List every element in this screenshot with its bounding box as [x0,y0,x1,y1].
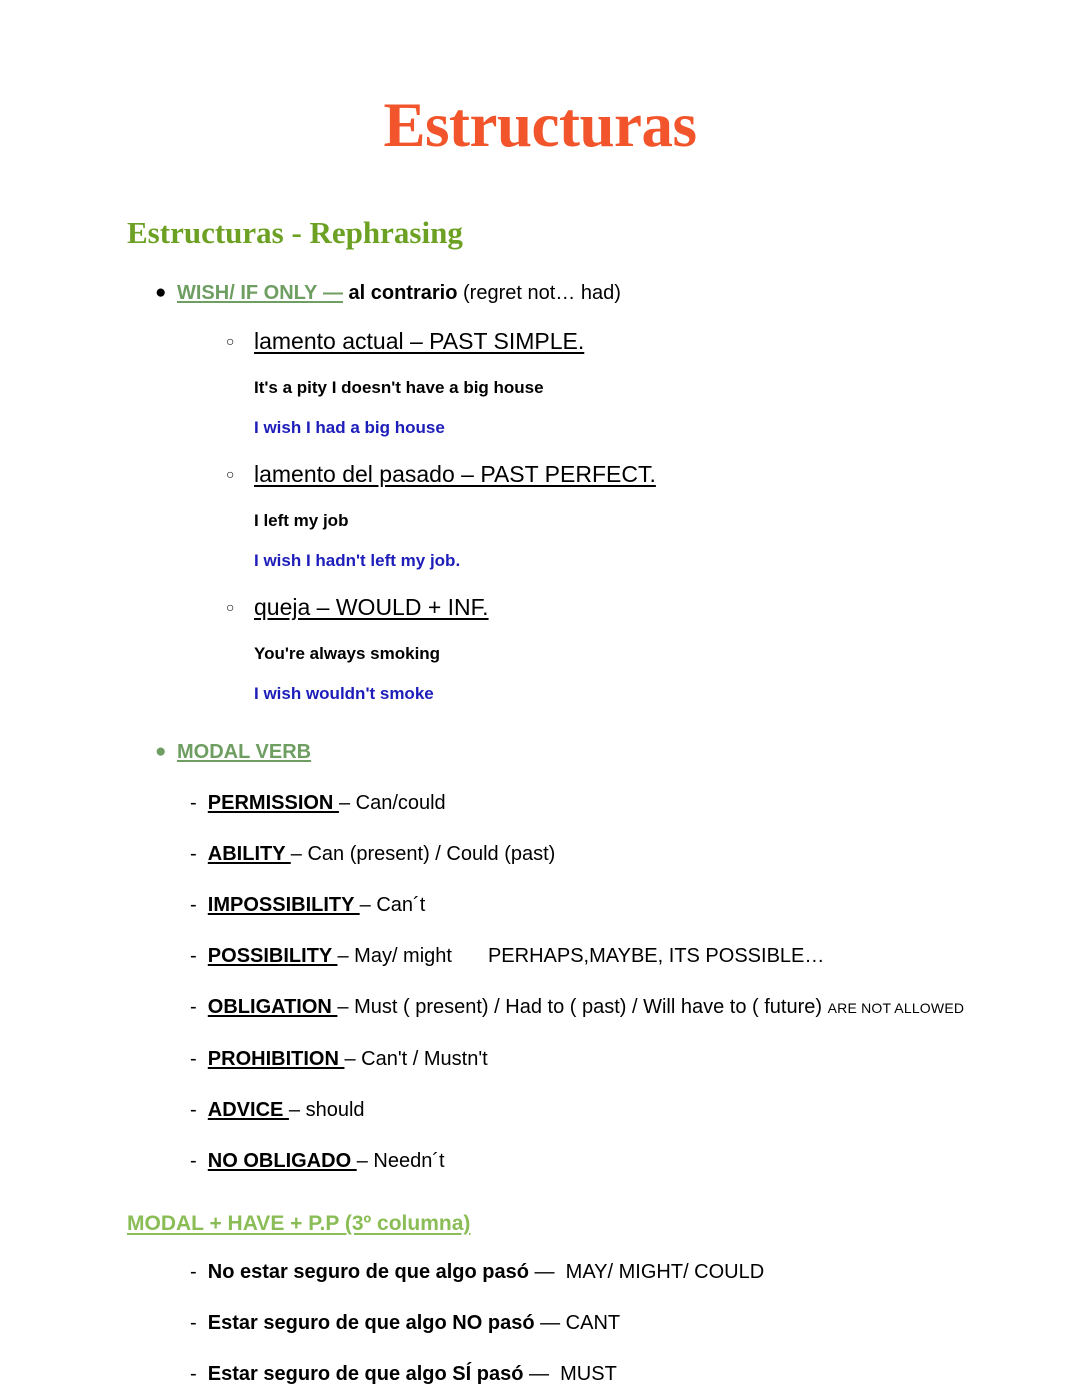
mhpp-item-dash: — [529,1363,549,1386]
document-page: Estructuras Estructuras - Rephrasing ● W… [0,0,1080,1397]
modal-have-pp-title: MODAL + HAVE + P.P (3º columna) [127,1212,471,1236]
circle-bullet-icon: ○ [226,333,235,350]
wish-subitem-1-heading: lamento actual – PAST SIMPLE. [254,328,585,355]
modal-item-obligation: - OBLIGATION – Must ( present) / Had to … [0,994,1080,1021]
mhpp-item-label: No estar seguro de que algo pasó [207,1261,529,1284]
dash-prefix: - [190,1099,197,1122]
mhpp-item-2: - Estar seguro de que algo NO pasó — CAN… [0,1310,1080,1336]
dash-prefix: - [190,1150,197,1173]
dash-prefix: - [190,1048,197,1071]
mhpp-item-1: - No estar seguro de que algo pasó — MAY… [0,1259,1080,1285]
wish-if-only-heading: WISH/ IF ONLY — al contrario (regret not… [177,280,621,306]
modal-verb-block: ● MODAL VERB - PERMISSION – Can/could - … [0,739,1080,1174]
modal-have-pp-block: MODAL + HAVE + P.P (3º columna) - No est… [0,1210,1080,1397]
dash-prefix: - [190,1363,197,1386]
modal-item-value: Can't / Mustn't [361,1048,488,1071]
modal-item-dash: – [290,843,302,866]
mhpp-item-dash: — [534,1261,555,1284]
dash-prefix: - [190,843,197,866]
modal-item-dash: – [338,792,351,815]
modal-item-label: NO OBLIGADO [207,1150,357,1173]
wish-subitem-3-heading: queja – WOULD + INF. [254,594,489,621]
modal-item-value: Can/could [355,792,446,815]
modal-item-label: PROHIBITION [207,1048,345,1071]
mhpp-item-value: CANT [565,1312,621,1335]
wish-dash-glyph: — [322,282,343,305]
mhpp-item-value: MUST [554,1363,617,1386]
modal-item-label: ADVICE [207,1099,289,1122]
mhpp-item-label: Estar seguro de que algo NO pasó [207,1312,535,1335]
modal-item-dash: – [288,1099,301,1122]
modal-verb-heading: MODAL VERB [177,739,311,765]
disc-bullet-icon: ● [155,282,167,304]
modal-item-label: IMPOSSIBILITY [207,894,360,917]
modal-item-dash: – [337,996,349,1019]
modal-item-dash: – [359,894,371,917]
dash-prefix: - [190,792,197,815]
modal-item-value: Needn´t [373,1150,445,1173]
dash-prefix: - [190,945,197,968]
mhpp-item-label: Estar seguro de que algo SÍ pasó [207,1363,524,1386]
wish-example-2-answer: I wish I hadn't left my job. [254,551,461,571]
wish-example-3-prompt: You're always smoking [254,644,441,664]
wish-example-2-prompt: I left my job [254,511,349,531]
modal-item-value: should [305,1099,365,1122]
modal-item-label: OBLIGATION [207,996,338,1019]
wish-al-contrario-text: al contrario [348,282,458,305]
disc-bullet-icon: ● [155,741,167,763]
modal-item-extra: ARE NOT ALLOWED [827,1000,965,1017]
dash-prefix: - [190,1261,197,1284]
circle-bullet-icon: ○ [226,599,235,616]
wish-if-only-bullet: ● WISH/ IF ONLY — al contrario (regret n… [0,280,1080,306]
modal-item-possibility: - POSSIBILITY – May/ might PERHAPS,MAYBE,… [0,943,1080,969]
page-title: Estructuras [383,90,697,160]
circle-bullet-icon: ○ [226,466,235,483]
modal-item-value: Must ( present) / Had to ( past) / Will … [354,996,823,1019]
dash-prefix: - [190,894,197,917]
wish-subitem-3: ○ queja – WOULD + INF. [0,592,1080,622]
mhpp-item-3: - Estar seguro de que algo SÍ pasó — MUS… [0,1361,1080,1387]
wish-example-3-answer: I wish wouldn't smoke [254,684,434,704]
mhpp-item-dash: — [540,1312,561,1335]
wish-subitem-2-heading: lamento del pasado – PAST PERFECT. [254,461,656,488]
modal-verb-title: MODAL VERB [177,741,312,764]
wish-note: (regret not… had) [463,282,621,305]
modal-item-label: PERMISSION [207,792,339,815]
wish-example-1-prompt: It's a pity I doesn't have a big house [254,378,544,398]
modal-item-impossibility: - IMPOSSIBILITY – Can´t [0,892,1080,918]
modal-item-dash: – [344,1048,356,1071]
modal-item-label: ABILITY [207,843,291,866]
wish-subitem-1: ○ lamento actual – PAST SIMPLE. [0,326,1080,356]
modal-item-dash: – [337,945,349,968]
modal-item-permission: - PERMISSION – Can/could [0,790,1080,816]
modal-item-extra: PERHAPS,MAYBE, ITS POSSIBLE… [487,945,825,968]
section-heading-rephrasing: Estructuras - Rephrasing [127,215,463,251]
mhpp-item-value: MAY/ MIGHT/ COULD [560,1261,765,1284]
dash-prefix: - [190,996,197,1019]
modal-item-no-obligado: - NO OBLIGADO – Needn´t [0,1148,1080,1174]
wish-example-1-answer: I wish I had a big house [254,418,445,438]
wish-subitem-2: ○ lamento del pasado – PAST PERFECT. [0,459,1080,489]
wish-if-only-block: ● WISH/ IF ONLY — al contrario (regret n… [0,280,1080,705]
wish-if-only-label: WISH/ IF ONLY [177,282,318,305]
modal-item-dash: – [356,1150,368,1173]
modal-item-value: May/ might [354,945,452,968]
modal-item-value: Can (present) / Could (past) [307,843,556,866]
modal-item-value: Can´t [376,894,426,917]
modal-item-ability: - ABILITY – Can (present) / Could (past) [0,841,1080,867]
dash-prefix: - [190,1312,197,1335]
modal-item-advice: - ADVICE – should [0,1097,1080,1123]
modal-item-prohibition: - PROHIBITION – Can't / Mustn't [0,1046,1080,1072]
modal-item-label: POSSIBILITY [207,945,338,968]
modal-verb-bullet: ● MODAL VERB [0,739,1080,765]
